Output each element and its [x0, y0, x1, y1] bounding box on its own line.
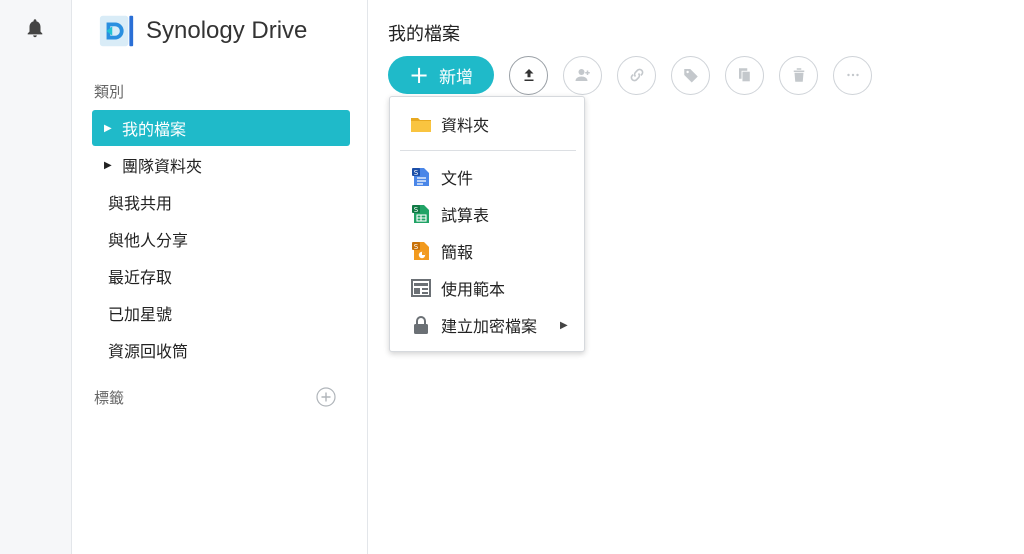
new-button-label: 新增 [439, 67, 474, 87]
category-label: 類別 [94, 83, 125, 101]
sidebar-item-label: 我的檔案 [122, 120, 187, 139]
sidebar: Synology Drive 類別 ▶ 我的檔案 ▶ 團隊資料夾 與我共用 與他… [72, 0, 368, 554]
menu-item-encrypted-file[interactable]: 建立加密檔案 ▶ [390, 308, 586, 342]
menu-divider [400, 150, 576, 151]
menu-item-label: 文件 [441, 169, 474, 188]
menu-item-document[interactable]: S 文件 [390, 160, 586, 194]
tag-icon [683, 69, 698, 83]
svg-text:S: S [414, 169, 419, 177]
share-user-icon [575, 69, 590, 81]
main-panel: 我的檔案 + 新增 資料夾 S 文件 S 試算表 S 簡報 使用範本 建立加密檔… [369, 0, 1024, 554]
sidebar-item-recycle-bin[interactable]: 資源回收筒 [92, 332, 350, 368]
toolbar: + 新增 [388, 55, 872, 95]
sidebar-item-shared-with-me[interactable]: 與我共用 [92, 184, 350, 220]
app-name: Synology Drive [146, 17, 308, 44]
plus-icon: + [408, 61, 430, 89]
page-title: 我的檔案 [388, 24, 460, 45]
menu-item-label: 簡報 [441, 243, 474, 262]
caret-right-icon: ▶ [104, 159, 112, 171]
trash-icon [793, 68, 804, 82]
lock-icon [410, 314, 432, 336]
submenu-arrow-icon: ▶ [560, 319, 568, 331]
menu-item-label: 使用範本 [441, 280, 506, 299]
sidebar-item-label: 與我共用 [108, 194, 173, 213]
folder-icon [410, 113, 432, 135]
svg-text:S: S [414, 206, 419, 214]
add-tag-icon[interactable] [316, 387, 336, 407]
bell-icon[interactable] [24, 17, 46, 39]
left-rail [0, 0, 72, 554]
svg-text:S: S [414, 243, 419, 251]
menu-item-label: 試算表 [441, 206, 490, 225]
sidebar-item-shared-with-others[interactable]: 與他人分享 [92, 221, 350, 257]
sidebar-item-team-folders[interactable]: ▶ 團隊資料夾 [92, 147, 350, 183]
link-icon [630, 68, 643, 82]
sidebar-item-label: 已加星號 [108, 305, 173, 324]
menu-item-template[interactable]: 使用範本 [390, 271, 586, 305]
upload-icon [524, 69, 533, 81]
link-button[interactable] [617, 55, 656, 95]
menu-item-folder[interactable]: 資料夾 [390, 107, 586, 141]
menu-item-presentation[interactable]: S 簡報 [390, 234, 586, 268]
new-menu: 資料夾 S 文件 S 試算表 S 簡報 使用範本 建立加密檔案 ▶ [389, 96, 585, 352]
tags-label: 標籤 [94, 389, 125, 407]
copy-icon [738, 68, 751, 83]
template-icon [410, 277, 432, 299]
more-button[interactable] [833, 55, 872, 95]
sidebar-item-label: 與他人分享 [108, 231, 189, 250]
tag-button[interactable] [671, 55, 710, 95]
new-button[interactable]: + 新增 [388, 56, 494, 94]
document-icon: S [410, 166, 432, 188]
sidebar-item-starred[interactable]: 已加星號 [92, 295, 350, 331]
spreadsheet-icon: S [410, 203, 432, 225]
upload-button[interactable] [509, 55, 548, 95]
menu-item-spreadsheet[interactable]: S 試算表 [390, 197, 586, 231]
sidebar-item-label: 團隊資料夾 [122, 157, 203, 176]
menu-item-label: 資料夾 [441, 116, 490, 135]
synology-drive-logo-icon [98, 12, 136, 50]
sidebar-item-recent[interactable]: 最近存取 [92, 258, 350, 294]
sidebar-item-label: 最近存取 [108, 268, 173, 287]
menu-item-label: 建立加密檔案 [441, 317, 538, 336]
presentation-icon: S [410, 240, 432, 262]
copy-button[interactable] [725, 55, 764, 95]
sidebar-item-label: 資源回收筒 [108, 342, 189, 361]
more-icon [846, 73, 859, 77]
brand: Synology Drive [98, 12, 307, 50]
sidebar-item-my-files[interactable]: ▶ 我的檔案 [92, 110, 350, 146]
share-user-button[interactable] [563, 55, 602, 95]
delete-button[interactable] [779, 55, 818, 95]
caret-right-icon: ▶ [104, 122, 112, 134]
